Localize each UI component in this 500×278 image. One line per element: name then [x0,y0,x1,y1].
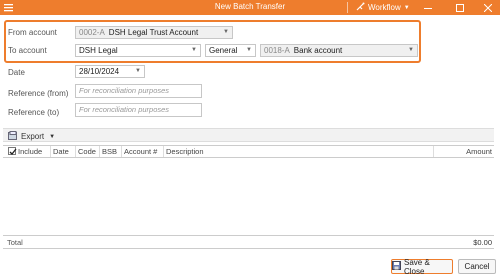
date-value: 28/10/2024 [79,67,120,76]
cancel-button[interactable]: Cancel [458,259,496,274]
column-date[interactable]: Date [51,146,76,157]
export-label: Export [21,132,45,141]
column-code[interactable]: Code [76,146,100,157]
include-all-checkbox[interactable] [8,147,17,156]
to-account-select[interactable]: 0018-A Bank account ▼ [260,44,418,57]
grid-header: Include Date Code BSB Account # Descript… [3,145,494,158]
column-include[interactable]: Include [6,146,51,157]
reference-from-label: Reference (from) [8,89,69,98]
column-account-number[interactable]: Account # [122,146,164,157]
to-account-label: To account [8,46,47,55]
save-close-button[interactable]: Save & Close [391,257,453,276]
from-account-code: 0002-A [79,28,105,37]
to-ledger-select[interactable]: General ▼ [205,44,256,57]
total-amount: $0.00 [473,238,492,247]
chevron-down-icon: ▼ [191,47,197,53]
total-label: Total [7,238,23,247]
from-account-name: DSH Legal Trust Account [108,28,199,37]
workflow-button[interactable]: Workflow ▼ [356,2,410,13]
to-entity-value: DSH Legal [79,46,118,55]
export-button[interactable]: Export ▼ [8,131,55,142]
column-bsb[interactable]: BSB [100,146,122,157]
column-include-label: Include [18,147,43,156]
chevron-down-icon: ▼ [223,29,229,35]
minimize-button[interactable] [418,0,438,15]
chevron-down-icon: ▼ [49,133,56,140]
date-label: Date [8,68,25,77]
column-amount[interactable]: Amount [434,146,494,157]
date-picker[interactable]: 28/10/2024 ▼ [75,65,145,78]
chevron-down-icon: ▼ [135,68,141,74]
from-account-label: From account [8,28,57,37]
reference-from-input[interactable]: For reconciliation purposes [75,84,202,98]
workflow-label: Workflow [368,3,401,12]
title-bar: New Batch Transfer Workflow ▼ [0,0,500,15]
to-account-name: Bank account [293,46,343,55]
from-account-select[interactable]: 0002-A DSH Legal Trust Account ▼ [75,26,233,39]
chevron-down-icon: ▼ [246,47,252,53]
chevron-down-icon: ▼ [408,47,414,53]
reference-to-input[interactable]: For reconciliation purposes [75,103,202,117]
column-description[interactable]: Description [164,146,434,157]
grid-toolbar: Export ▼ [3,128,494,142]
to-entity-select[interactable]: DSH Legal ▼ [75,44,201,57]
close-button[interactable] [478,0,498,15]
reference-to-label: Reference (to) [8,108,60,117]
workflow-icon [356,2,365,13]
export-icon [8,131,18,142]
title-separator [347,2,348,13]
chevron-down-icon: ▼ [403,4,410,11]
save-close-label: Save & Close [404,257,430,276]
save-icon [392,261,401,272]
to-ledger-value: General [209,46,238,55]
maximize-button[interactable] [450,0,470,15]
to-account-code: 0018-A [264,46,290,55]
total-row: Total $0.00 [3,235,494,249]
